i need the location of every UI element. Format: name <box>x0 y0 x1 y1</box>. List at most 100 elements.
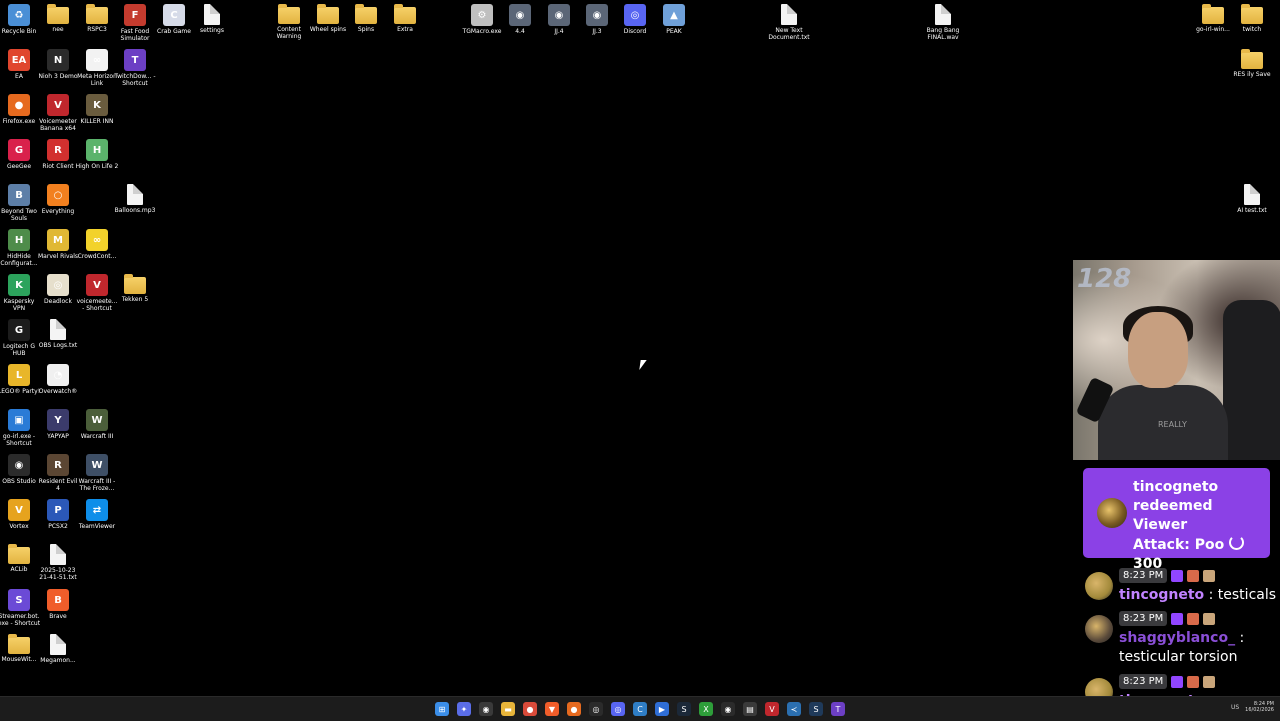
twitch-badge-icon <box>1171 612 1184 625</box>
desktop-icon[interactable]: ◉ 4.4 <box>498 4 542 35</box>
desktop-icon[interactable]: settings <box>190 4 234 34</box>
channel-points-icon <box>1229 535 1245 550</box>
desktop-icon[interactable]: 2025-10-23 21-41-51.txt <box>36 544 80 581</box>
vscode-icon[interactable]: ≺ <box>787 702 801 716</box>
desktop-icon[interactable]: W Warcraft III <box>75 409 119 440</box>
voicemeeter-icon[interactable]: V <box>765 702 779 716</box>
desktop-icon[interactable]: New Text Document.txt <box>767 4 811 41</box>
desktop-icon[interactable]: W Warcraft III - The Froze... <box>75 454 119 492</box>
desktop-icon[interactable]: RES ily Save <box>1230 49 1274 78</box>
desktop-icon[interactable]: M Marvel Rivals <box>36 229 80 260</box>
desktop-icon[interactable]: G Logitech G HUB <box>0 319 41 357</box>
desktop-icon[interactable]: ◉ OBS Studio <box>0 454 41 485</box>
game-icon: F <box>124 4 146 26</box>
desktop-icon[interactable]: R Resident Evil 4 <box>36 454 80 492</box>
ccleaner-icon[interactable]: C <box>633 702 647 716</box>
shirt-text: REALLY <box>1158 420 1187 429</box>
desktop-icon[interactable]: ▣ go-irl.exe - Shortcut <box>0 409 41 447</box>
firefox-icon[interactable]: ● <box>567 702 581 716</box>
desktop-icon[interactable]: AI test.txt <box>1230 184 1274 214</box>
desktop-icon[interactable]: V Voicemeeter Banana x64 <box>36 94 80 132</box>
desktop-icon[interactable]: B Beyond Two Souls <box>0 184 41 222</box>
desktop-icon[interactable]: Tekken 5 <box>113 274 157 303</box>
desktop-icon[interactable]: G GeeGee <box>0 139 41 170</box>
desktop-icon[interactable]: go-irl-win... <box>1191 4 1235 33</box>
streamer-bot-icon[interactable]: ▶ <box>655 702 669 716</box>
desktop-icon[interactable]: N Nioh 3 Demo <box>36 49 80 80</box>
desktop-icon[interactable]: ◔ Overwatch® <box>36 364 80 395</box>
desktop-icon[interactable]: ◎ Deadlock <box>36 274 80 305</box>
taskbar-clock[interactable]: 8:24 PM 16/02/2026 <box>1245 701 1274 713</box>
twitch-icon[interactable]: T <box>831 702 845 716</box>
desktop-icon-label: KILLER INN <box>80 118 114 125</box>
desktop-icon[interactable]: twitch <box>1230 4 1274 33</box>
settings-icon[interactable]: ▤ <box>743 702 757 716</box>
copilot-icon[interactable]: ✦ <box>457 702 471 716</box>
desktop-icon[interactable]: H HidHide Configurat... <box>0 229 41 267</box>
voicemeeter-icon: V <box>47 94 69 116</box>
desktop-icon[interactable]: EA EA <box>0 49 41 80</box>
desktop-icon-label: YAPYAP <box>47 433 69 440</box>
desktop-icon[interactable]: nee <box>36 4 80 33</box>
gaming-chair <box>1223 300 1280 460</box>
desktop-icon-label: nee <box>52 26 64 33</box>
region-indicator[interactable]: US <box>1231 704 1239 711</box>
desktop-icon-label: CrowdCont... <box>77 253 117 260</box>
desktop-icon[interactable]: Spins <box>344 4 388 33</box>
desktop-icon[interactable]: K Kaspersky VPN <box>0 274 41 312</box>
desktop-icon[interactable]: F Fast Food Simulator <box>113 4 157 42</box>
desktop-icon[interactable]: ▲ PEAK <box>652 4 696 35</box>
file-explorer-icon[interactable]: ▬ <box>501 702 515 716</box>
desktop-icon-label: Spins <box>357 26 375 33</box>
steam-icon[interactable]: S <box>677 702 691 716</box>
desktop-icon[interactable]: Balloons.mp3 <box>113 184 157 214</box>
desktop-icon[interactable]: ⇄ TeamViewer <box>75 499 119 530</box>
desktop-icon[interactable]: ♻ Recycle Bin <box>0 4 41 35</box>
app-icon: S <box>8 589 30 611</box>
desktop-icon[interactable]: P PCSX2 <box>36 499 80 530</box>
discord-icon[interactable]: ◎ <box>611 702 625 716</box>
desktop-icon[interactable]: R Riot Client <box>36 139 80 170</box>
brave-icon[interactable]: ▼ <box>545 702 559 716</box>
audio-file-icon <box>935 4 951 25</box>
webcam-overlay: REALLY 128 <box>1073 260 1280 460</box>
desktop-icon[interactable]: ○ Everything <box>36 184 80 215</box>
desktop-icon[interactable]: ● Firefox.exe <box>0 94 41 125</box>
desktop-icon[interactable]: Y YAPYAP <box>36 409 80 440</box>
redeem-user-avatar <box>1097 498 1127 528</box>
desktop-icon[interactable]: B Brave <box>36 589 80 620</box>
desktop-icon[interactable]: S Streamer.bot.exe - Shortcut <box>0 589 41 627</box>
desktop-icon[interactable]: ∞ CrowdCont... <box>75 229 119 260</box>
webcam-counter: 128 <box>1077 264 1132 294</box>
chat-badge-icon <box>1187 675 1200 688</box>
desktop-icon-label: Streamer.bot.exe - Shortcut <box>0 613 41 627</box>
desktop-icon[interactable]: Extra <box>383 4 427 33</box>
desktop-icon[interactable]: Content Warning <box>267 4 311 40</box>
desktop-icon[interactable]: K KILLER INN <box>75 94 119 125</box>
desktop-icon[interactable]: OBS Logs.txt <box>36 319 80 349</box>
desktop-icon[interactable]: MouseWit... <box>0 634 41 663</box>
vpn-icon: K <box>8 274 30 296</box>
desktop-icon[interactable]: Bang Bang FINAL.wav <box>921 4 965 41</box>
desktop-icon[interactable]: T TwitchDow... - Shortcut <box>113 49 157 87</box>
desktop-icon[interactable]: Megamon... <box>36 634 80 664</box>
discord-icon: ◎ <box>624 4 646 26</box>
desktop-icon[interactable]: V Vortex <box>0 499 41 530</box>
desktop-icon[interactable]: ◎ Discord <box>613 4 657 35</box>
desktop-icon[interactable]: ACLib <box>0 544 41 573</box>
game-icon: W <box>86 409 108 431</box>
desktop-icon[interactable]: H High On Life 2 <box>75 139 119 170</box>
game-icon: L <box>8 364 30 386</box>
start-icon[interactable]: ⊞ <box>435 702 449 716</box>
desktop-icon-label: Beyond Two Souls <box>1 208 37 222</box>
desktop-icon-label: OBS Logs.txt <box>38 342 78 349</box>
gamepad-icon: ◉ <box>586 4 608 26</box>
chat-text: tincogneto : testicals <box>1119 586 1279 605</box>
obs-icon[interactable]: ◉ <box>721 702 735 716</box>
chrome-icon[interactable]: ● <box>523 702 537 716</box>
desktop-icon[interactable]: L LEGO® Party! <box>0 364 41 395</box>
xbox-icon[interactable]: X <box>699 702 713 716</box>
gamepad-icon[interactable]: ◉ <box>479 702 493 716</box>
steam-overlay-icon[interactable]: ◎ <box>589 702 603 716</box>
steam-client-icon[interactable]: S <box>809 702 823 716</box>
